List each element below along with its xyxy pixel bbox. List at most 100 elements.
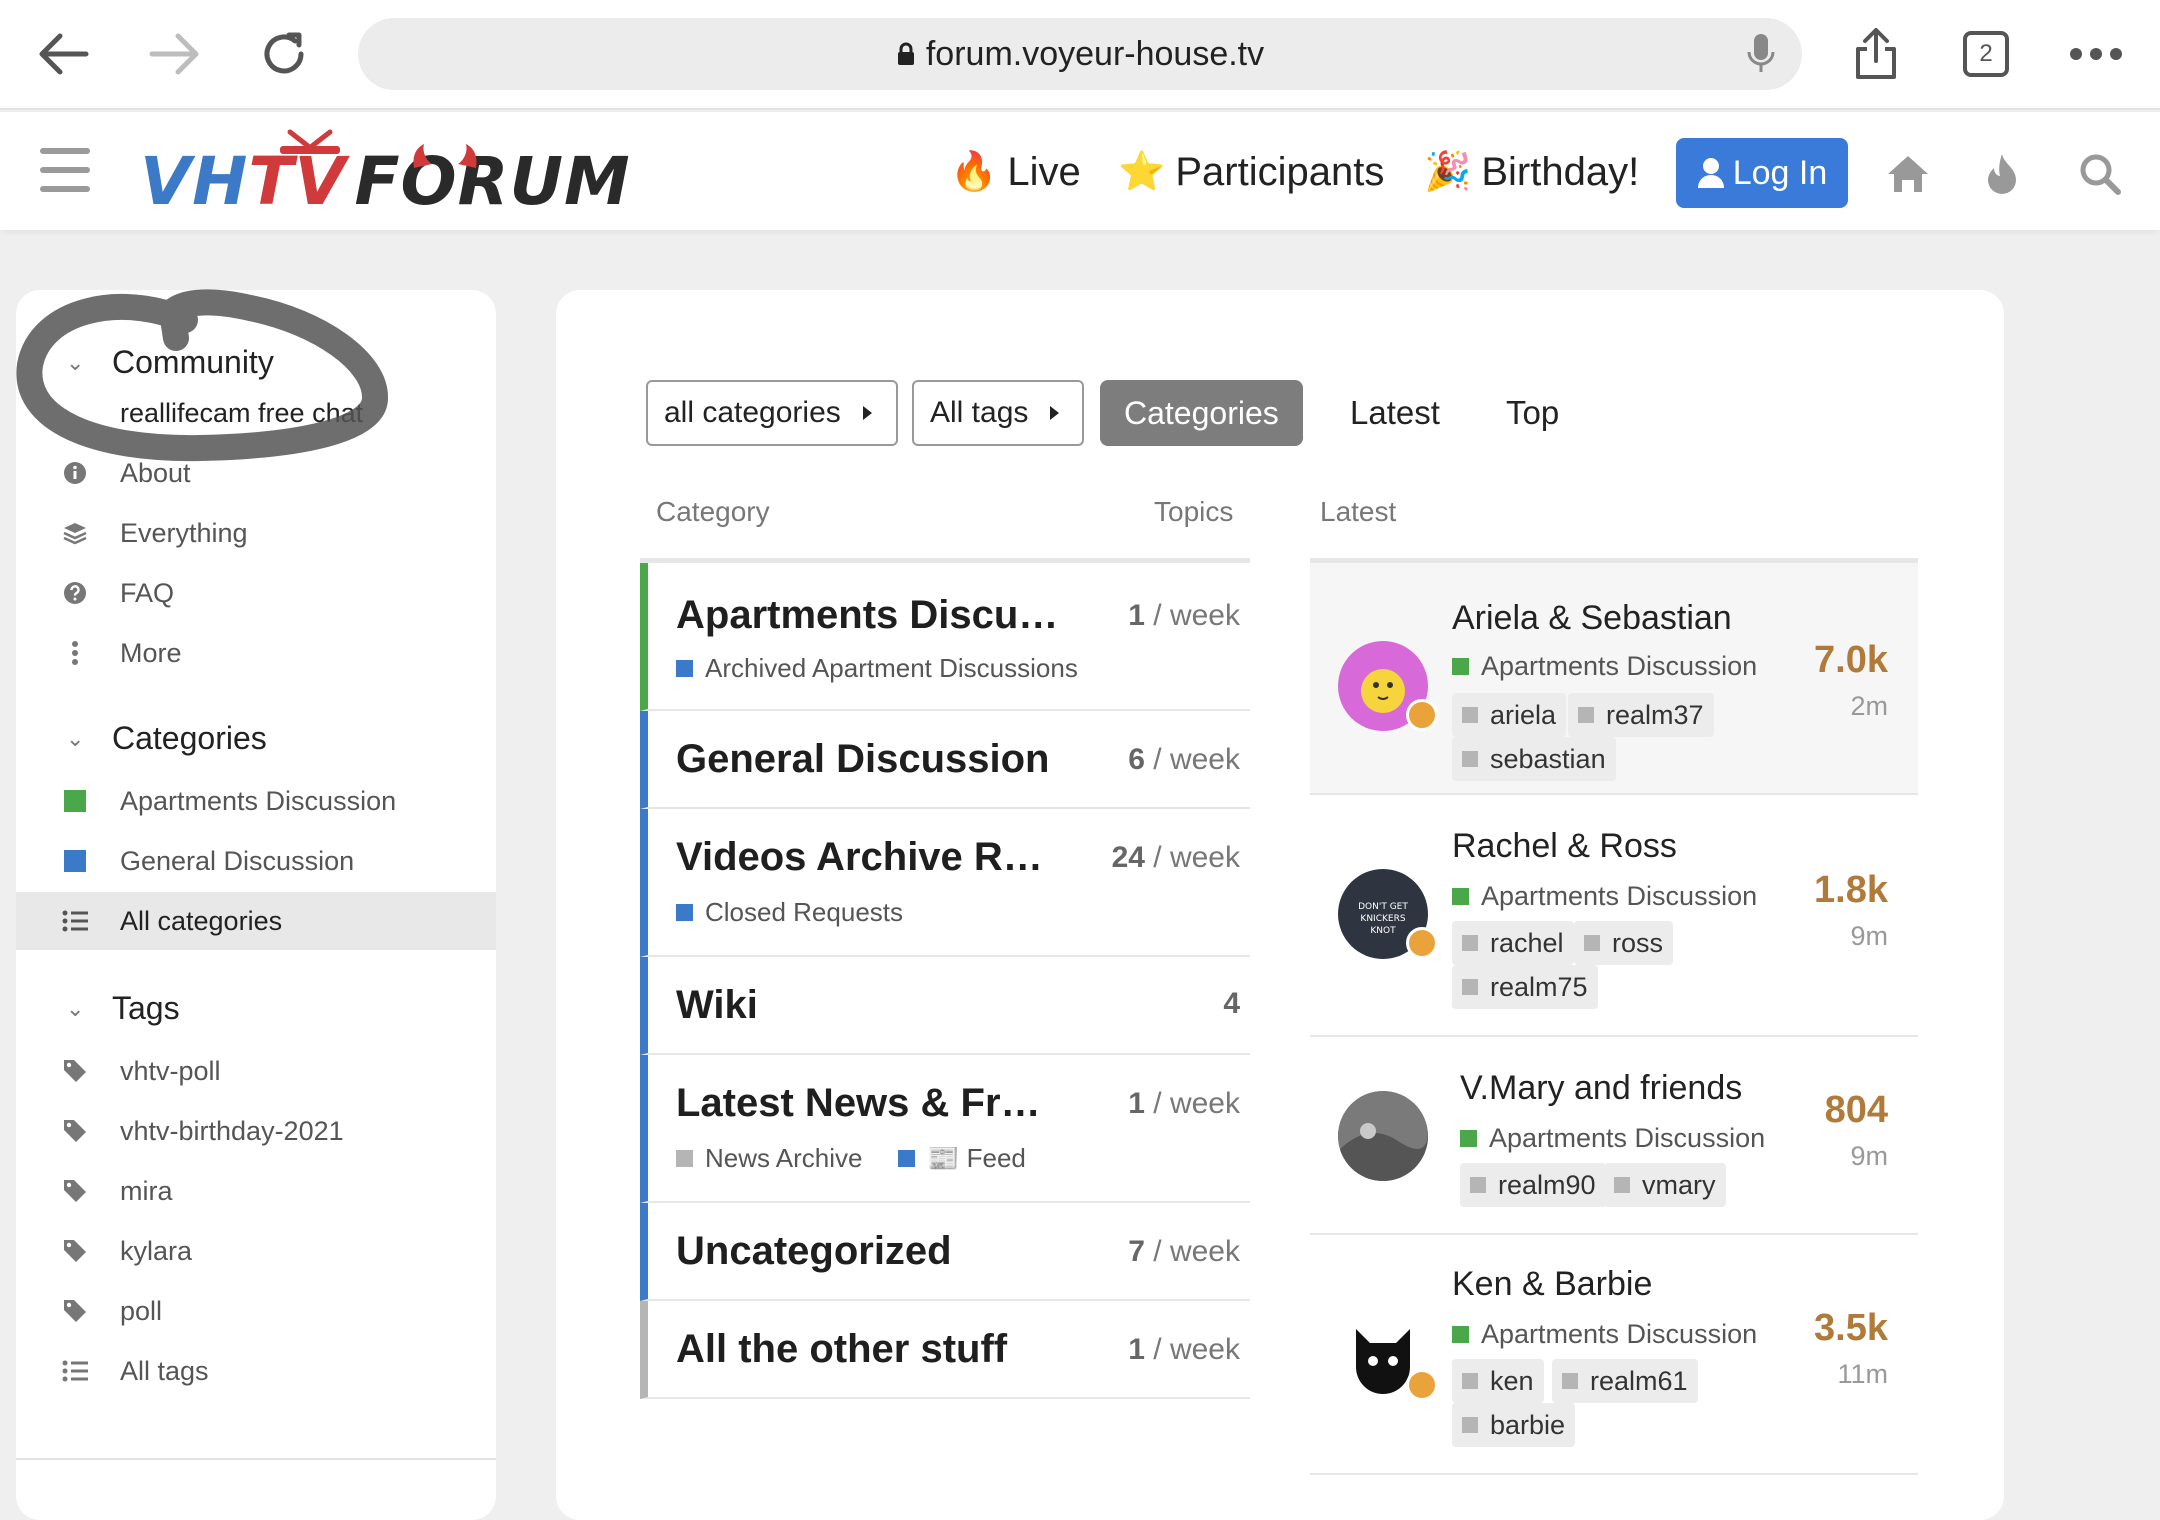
category-row[interactable]: Wiki 4 bbox=[640, 957, 1250, 1055]
topic-tag[interactable]: ross bbox=[1574, 921, 1674, 965]
nav-live-label: Live bbox=[1007, 149, 1081, 194]
topic-title[interactable]: Ken & Barbie bbox=[1452, 1265, 1652, 1304]
latest-topic-row[interactable]: DON'T GET KNICKERS KNOT Rachel & Ross Apar… bbox=[1310, 795, 1918, 1037]
topic-tag[interactable]: vmary bbox=[1604, 1163, 1726, 1207]
sidebar-item-more[interactable]: More bbox=[16, 624, 496, 682]
sidebar-item-all-categories[interactable]: All categories bbox=[16, 892, 496, 950]
arrow-left-icon bbox=[39, 33, 89, 75]
sidebar-item-tag[interactable]: kylara bbox=[16, 1222, 496, 1280]
topic-tag[interactable]: rachel bbox=[1452, 921, 1574, 965]
site-logo[interactable]: VH TV FORUM bbox=[140, 130, 631, 220]
tab-latest[interactable]: Latest bbox=[1350, 380, 1440, 446]
nav-birthday[interactable]: 🎉 Birthday! bbox=[1424, 144, 1639, 200]
category-name[interactable]: Uncategorized bbox=[676, 1229, 952, 1274]
topic-tag[interactable]: ken bbox=[1452, 1359, 1544, 1403]
subcategory-link[interactable]: 📰 Feed bbox=[898, 1143, 1026, 1174]
topic-tag[interactable]: sebastian bbox=[1452, 737, 1616, 781]
more-horizontal-icon bbox=[2070, 48, 2122, 60]
party-popper-icon: 🎉 bbox=[1424, 151, 1472, 193]
topic-title[interactable]: Rachel & Ross bbox=[1452, 827, 1677, 866]
tab-count-icon: 2 bbox=[1963, 31, 2009, 77]
share-button[interactable] bbox=[1844, 22, 1908, 86]
topic-category[interactable]: Apartments Discussion bbox=[1452, 651, 1757, 682]
category-row[interactable]: Apartments Discu… 1 / week Archived Apar… bbox=[640, 563, 1250, 711]
sidebar-item-all-tags[interactable]: All tags bbox=[16, 1342, 496, 1400]
tab-top[interactable]: Top bbox=[1506, 380, 1559, 446]
sidebar-item-everything[interactable]: Everything bbox=[16, 504, 496, 562]
topic-activity-time[interactable]: 9m bbox=[1850, 921, 1888, 952]
topic-tag[interactable]: realm61 bbox=[1552, 1359, 1698, 1403]
flame-icon[interactable] bbox=[1978, 150, 2026, 198]
category-row[interactable]: General Discussion 6 / week bbox=[640, 711, 1250, 809]
devil-horns-icon bbox=[413, 144, 477, 168]
back-button[interactable] bbox=[32, 22, 96, 86]
sidebar-item-tag[interactable]: poll bbox=[16, 1282, 496, 1340]
sidebar-section-categories[interactable]: ⌄ Categories bbox=[66, 720, 267, 757]
avatar[interactable] bbox=[1338, 1091, 1428, 1181]
more-button[interactable] bbox=[2064, 22, 2128, 86]
topic-tag[interactable]: realm90 bbox=[1460, 1163, 1606, 1207]
microphone-icon[interactable] bbox=[1746, 32, 1776, 76]
category-name[interactable]: Latest News & Fr… bbox=[676, 1081, 1041, 1126]
topic-category[interactable]: Apartments Discussion bbox=[1452, 1319, 1757, 1350]
sidebar-item-tag[interactable]: vhtv-birthday-2021 bbox=[16, 1102, 496, 1160]
sidebar-item-apartments-discussion[interactable]: Apartments Discussion bbox=[16, 772, 496, 830]
categories-heading: Categories bbox=[112, 720, 267, 756]
forward-button[interactable] bbox=[142, 22, 206, 86]
topic-title[interactable]: V.Mary and friends bbox=[1460, 1069, 1742, 1108]
hamburger-menu-icon[interactable] bbox=[40, 148, 90, 192]
nav-live[interactable]: 🔥 Live bbox=[950, 144, 1081, 200]
category-name[interactable]: General Discussion bbox=[676, 737, 1049, 782]
sidebar-footer-divider bbox=[16, 1458, 496, 1460]
sidebar-section-tags[interactable]: ⌄ Tags bbox=[66, 990, 180, 1027]
home-icon[interactable] bbox=[1884, 150, 1932, 198]
tag-icon bbox=[60, 1058, 90, 1084]
topic-title[interactable]: Ariela & Sebastian bbox=[1452, 599, 1732, 638]
login-button[interactable]: Log In bbox=[1676, 138, 1848, 208]
logo-vh: VH bbox=[140, 143, 249, 220]
topic-tag[interactable]: realm75 bbox=[1452, 965, 1598, 1009]
category-row[interactable]: All the other stuff 1 / week bbox=[640, 1301, 1250, 1399]
topic-category[interactable]: Apartments Discussion bbox=[1452, 881, 1757, 912]
topic-tag[interactable]: barbie bbox=[1452, 1403, 1576, 1447]
sidebar-item-faq[interactable]: FAQ bbox=[16, 564, 496, 622]
category-row[interactable]: Videos Archive R… 24 / week Closed Reque… bbox=[640, 809, 1250, 957]
topic-category[interactable]: Apartments Discussion bbox=[1460, 1123, 1765, 1154]
category-name[interactable]: All the other stuff bbox=[676, 1327, 1007, 1372]
arrow-right-icon bbox=[149, 33, 199, 75]
subcategory-link[interactable]: Closed Requests bbox=[676, 897, 903, 928]
category-name[interactable]: Videos Archive R… bbox=[676, 835, 1043, 880]
category-row[interactable]: Uncategorized 7 / week bbox=[640, 1203, 1250, 1301]
topic-activity-time[interactable]: 9m bbox=[1850, 1141, 1888, 1172]
address-bar[interactable]: forum.voyeur-house.tv bbox=[358, 18, 1802, 90]
category-row[interactable]: Latest News & Fr… 1 / week News Archive … bbox=[640, 1055, 1250, 1203]
search-icon[interactable] bbox=[2076, 150, 2124, 198]
sidebar-item-general-discussion[interactable]: General Discussion bbox=[16, 832, 496, 890]
sidebar-item-tag[interactable]: vhtv-poll bbox=[16, 1042, 496, 1100]
annotation-scribble bbox=[16, 289, 388, 462]
tag-icon bbox=[60, 1238, 90, 1264]
tab-categories[interactable]: Categories bbox=[1100, 380, 1303, 446]
category-name[interactable]: Apartments Discu… bbox=[676, 593, 1058, 638]
category-name[interactable]: Wiki bbox=[676, 983, 758, 1028]
tab-label: Top bbox=[1506, 394, 1560, 431]
topic-tag[interactable]: realm37 bbox=[1568, 693, 1714, 737]
question-icon bbox=[60, 581, 90, 605]
tag-icon bbox=[60, 1298, 90, 1324]
login-label: Log In bbox=[1732, 153, 1828, 192]
subcategory-link[interactable]: Archived Apartment Discussions bbox=[676, 653, 1078, 684]
all-categories-dropdown[interactable]: all categories bbox=[646, 380, 898, 446]
nav-participants[interactable]: ⭐ Participants bbox=[1118, 144, 1384, 200]
latest-topic-row[interactable]: V.Mary and friends Apartments Discussion… bbox=[1310, 1037, 1918, 1235]
topic-tag[interactable]: ariela bbox=[1452, 693, 1567, 737]
subcategory-link[interactable]: News Archive bbox=[676, 1143, 863, 1174]
reload-button[interactable] bbox=[252, 22, 316, 86]
latest-topic-row[interactable]: Ariela & Sebastian Apartments Discussion… bbox=[1310, 563, 1918, 795]
logo-forum: FORUM bbox=[354, 143, 631, 220]
topic-activity-time[interactable]: 2m bbox=[1850, 691, 1888, 722]
latest-topic-row[interactable]: Ken & Barbie Apartments Discussion ken r… bbox=[1310, 1235, 1918, 1475]
topic-activity-time[interactable]: 11m bbox=[1837, 1359, 1888, 1390]
tabs-button[interactable]: 2 bbox=[1954, 22, 2018, 86]
sidebar-item-tag[interactable]: mira bbox=[16, 1162, 496, 1220]
all-tags-dropdown[interactable]: All tags bbox=[912, 380, 1084, 446]
